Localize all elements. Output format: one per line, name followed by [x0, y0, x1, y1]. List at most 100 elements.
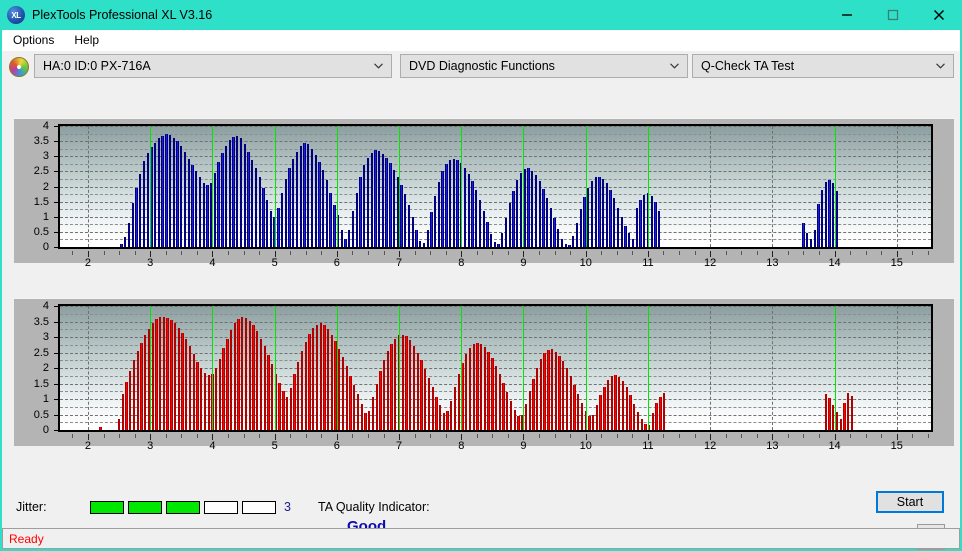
chart-bar — [381, 153, 385, 247]
chart-bar — [404, 194, 407, 247]
x-axis-tick — [196, 434, 198, 438]
chart-bar — [592, 414, 595, 430]
chart-bar — [493, 242, 497, 247]
speed-marker-line — [150, 126, 152, 247]
chart-bar — [457, 374, 460, 430]
x-axis-tick-label: 5 — [271, 257, 278, 269]
y-axis-tick-label: 0.5 — [33, 408, 49, 421]
chart-bar — [624, 225, 627, 247]
chart-bar — [221, 153, 224, 247]
grid-line-vertical — [772, 306, 774, 430]
speed-marker-line — [523, 126, 525, 247]
chart-bar — [489, 234, 493, 247]
chart-bar — [487, 351, 490, 430]
chart-bar — [203, 372, 207, 430]
chart-bar — [187, 159, 190, 247]
chart-bar — [527, 168, 530, 247]
meter-cell — [90, 501, 124, 514]
chart-bar — [431, 387, 434, 430]
speed-marker-line — [336, 306, 338, 430]
speed-marker-line — [336, 126, 338, 247]
chart-bar — [319, 323, 322, 430]
test-select[interactable]: Q-Check TA Test — [692, 54, 954, 78]
chart-bar — [136, 350, 139, 430]
x-axis-tick — [321, 251, 323, 255]
chart-bar — [610, 375, 613, 430]
chart-bar — [438, 405, 442, 430]
speed-marker-line — [212, 126, 214, 247]
chart-bar — [662, 393, 666, 430]
speed-marker-line — [585, 126, 587, 247]
x-axis-tick — [290, 251, 292, 255]
chart-bar — [463, 167, 467, 247]
x-axis-tick-label: 4 — [209, 257, 216, 269]
chart-bar — [382, 360, 386, 430]
menu-item-help[interactable]: Help — [65, 31, 108, 50]
chart-bar — [575, 222, 579, 247]
maximize-button[interactable] — [870, 0, 916, 30]
y-axis-tick-label: 0 — [42, 424, 49, 436]
function-select[interactable]: DVD Diagnostic Functions — [400, 54, 688, 78]
chart-bar — [170, 319, 173, 430]
chart-bar — [349, 375, 352, 430]
chart-bar — [480, 343, 483, 430]
x-axis-tick — [165, 434, 167, 438]
chart-bar — [370, 152, 373, 247]
chart-bar — [613, 198, 616, 247]
x-axis-tick-label: 14 — [828, 257, 841, 269]
grid-line-vertical — [772, 126, 774, 247]
minimize-button[interactable] — [824, 0, 870, 30]
chart-bar — [806, 233, 809, 247]
chart-bar — [599, 395, 602, 430]
peak-shift-chart-plot-area — [58, 304, 933, 432]
chart-bar — [202, 183, 205, 247]
chart-bar — [416, 352, 419, 430]
start-button[interactable]: Start — [876, 491, 944, 513]
menu-item-options[interactable]: Options — [4, 31, 63, 50]
chart-bar — [409, 340, 412, 430]
x-axis-tick — [476, 251, 478, 255]
x-axis-tick — [119, 434, 121, 438]
chart-bar — [183, 151, 187, 247]
grid-line-horizontal-minor — [60, 148, 931, 150]
speed-marker-line — [647, 306, 649, 430]
y-axis-tick-label: 3 — [42, 150, 49, 163]
chart-bar — [625, 387, 628, 430]
chart-bar — [135, 188, 138, 247]
chart-bar — [258, 177, 261, 247]
chart-bar — [299, 145, 302, 247]
status-bar: Ready — [2, 528, 960, 549]
chart-bar — [251, 159, 254, 247]
chart-bar — [824, 181, 827, 247]
menu-bar: Options Help — [2, 30, 960, 51]
grid-line-horizontal-minor — [60, 133, 931, 135]
chart-bar — [534, 175, 538, 247]
x-axis-tick — [601, 251, 603, 255]
grid-line-vertical — [87, 126, 89, 247]
chart-bar — [304, 341, 307, 430]
chart-bar — [300, 350, 304, 430]
y-axis-tick-label: 2 — [42, 180, 49, 193]
drive-select[interactable]: HA:0 ID:0 PX-716A — [34, 54, 392, 78]
chart-bar — [657, 211, 661, 247]
x-axis-tick — [445, 251, 447, 255]
jitter-meter — [90, 501, 276, 514]
y-axis-tick-label: 1 — [42, 393, 49, 405]
peak-shift-chart-y-axis: 0 0.5 1 1.5 2 2.5 3 3.5 4 — [14, 299, 58, 446]
chart-bar — [419, 240, 422, 247]
speed-marker-line — [461, 306, 463, 430]
grid-line-vertical — [896, 126, 898, 247]
chart-bar — [828, 179, 831, 247]
chart-bar — [847, 393, 850, 430]
chart-bar — [247, 151, 250, 247]
chart-bar — [542, 188, 545, 247]
chart-bar — [628, 233, 631, 247]
y-axis-tick-label: 2 — [42, 362, 49, 374]
chart-bar — [609, 189, 612, 247]
chart-bar — [572, 236, 575, 247]
close-button[interactable] — [916, 0, 962, 30]
x-axis-tick-label: 7 — [396, 257, 403, 269]
window-title: PlexTools Professional XL V3.16 — [32, 8, 213, 22]
chart-bar — [422, 243, 426, 247]
chart-bar — [411, 216, 414, 247]
